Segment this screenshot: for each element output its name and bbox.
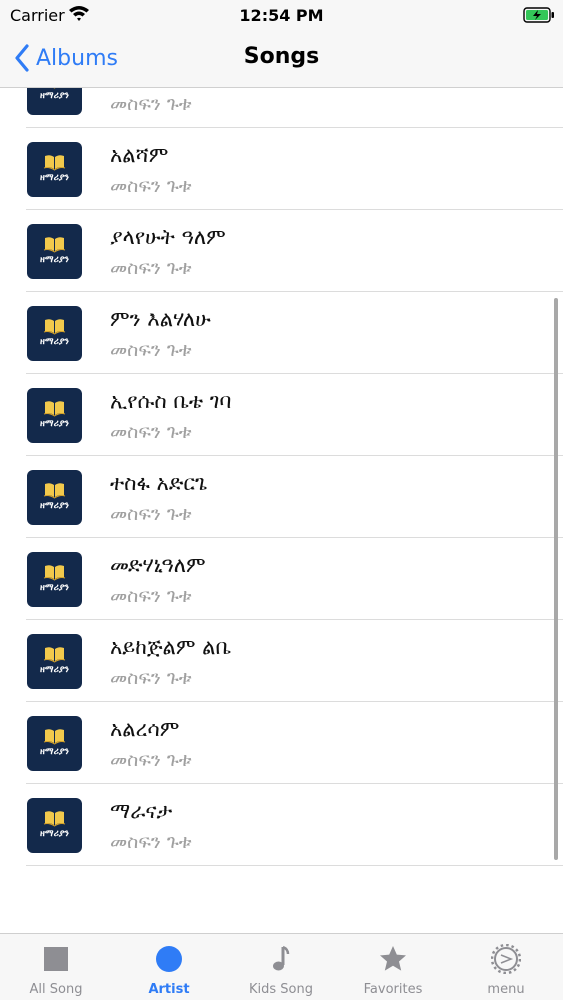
star-icon (380, 946, 406, 971)
book-icon (43, 319, 66, 335)
chevron-left-icon (15, 44, 29, 72)
tab-label: Kids Song (249, 982, 313, 997)
book-icon (43, 729, 66, 745)
song-title: ምን እልሃለሁ (110, 307, 211, 331)
thumbnail-label: ዘማሪያን (40, 501, 69, 511)
song-row[interactable]: ዘማሪያን መድሃኒዓለም መስፍን ጉቱ (0, 538, 563, 620)
song-row[interactable]: ዘማሪያን አይከጅልም ልቤ መስፍን ጉቱ (0, 620, 563, 702)
song-artist: መስፍን ጉቱ (110, 667, 192, 689)
album-thumbnail: ዘማሪያን (27, 552, 82, 607)
song-artist: መስፍን ጉቱ (110, 175, 192, 197)
status-bar: Carrier 12:54 PM (0, 0, 563, 30)
thumbnail-label: ዘማሪያን (40, 829, 69, 839)
navigation-bar: Albums Songs (0, 30, 563, 88)
thumbnail-label: ዘማሪያን (40, 747, 69, 757)
song-artist: መስፍን ጉቱ (110, 503, 192, 525)
album-thumbnail: ዘማሪያን (27, 716, 82, 771)
status-time: 12:54 PM (239, 6, 324, 25)
song-title: አይከጅልም ልቤ (110, 635, 232, 659)
thumbnail-label: ዘማሪያን (40, 665, 69, 675)
song-title: ተስፋ አድርጌ (110, 471, 208, 495)
song-artist: መስፍን ጉቱ (110, 257, 192, 279)
song-artist: መስፍን ጉቱ (110, 339, 192, 361)
book-icon (43, 155, 66, 171)
row-divider (26, 865, 563, 866)
circle-icon (156, 946, 182, 972)
song-row[interactable]: ዘማሪያን መስፍን ጉቱ (0, 88, 563, 128)
book-icon (43, 647, 66, 663)
book-icon (43, 565, 66, 581)
back-button-label: Albums (36, 45, 118, 71)
album-thumbnail: ዘማሪያን (27, 470, 82, 525)
thumbnail-label: ዘማሪያን (40, 255, 69, 265)
album-thumbnail: ዘማሪያን (27, 306, 82, 361)
song-title: ኢየሱስ ቤቴ ገባ (110, 389, 232, 413)
song-row[interactable]: ዘማሪያን ምን እልሃለሁ መስፍን ጉቱ (0, 292, 563, 374)
album-thumbnail: ዘማሪያን (27, 634, 82, 689)
album-thumbnail: ዘማሪያን (27, 224, 82, 279)
song-row[interactable]: ዘማሪያን ኢየሱስ ቤቴ ገባ መስፍን ጉቱ (0, 374, 563, 456)
song-title: ያላየሁት ዓለም (110, 225, 226, 249)
book-icon (43, 237, 66, 253)
song-row[interactable]: ዘማሪያን ያላየሁት ዓለም መስፍን ጉቱ (0, 210, 563, 292)
tab-kids-song[interactable]: Kids Song (225, 934, 337, 1000)
song-row[interactable]: ዘማሪያን ተስፋ አድርጌ መስፍን ጉቱ (0, 456, 563, 538)
album-thumbnail: ዘማሪያን (27, 142, 82, 197)
song-list[interactable]: ዘማሪያን መስፍን ጉቱ ዘማሪያን አልሻም መስፍን ጉቱ ዘማሪያን ያላየሁት ዓ… (0, 88, 563, 933)
song-artist: መስፍን ጉቱ (110, 749, 192, 771)
back-button[interactable]: Albums (14, 40, 118, 76)
song-row[interactable]: ዘማሪያን ማራናታ መስፍን ጉቱ (0, 784, 563, 866)
tab-favorites[interactable]: Favorites (337, 934, 449, 1000)
song-title: ማራናታ (110, 799, 173, 823)
battery-charging-icon (523, 7, 554, 23)
song-artist: መስፍን ጉቱ (110, 421, 192, 443)
tab-bar: All Song Artist Kids Song Favorites menu (0, 933, 563, 1000)
album-thumbnail: ዘማሪያን (27, 798, 82, 853)
tab-label: All Song (29, 982, 83, 997)
gear-icon (491, 944, 521, 974)
scroll-indicator (554, 298, 558, 860)
book-icon (43, 811, 66, 827)
song-artist: መስፍን ጉቱ (110, 585, 192, 607)
thumbnail-label: ዘማሪያን (40, 173, 69, 183)
album-thumbnail: ዘማሪያን (27, 88, 82, 115)
thumbnail-label: ዘማሪያን (40, 337, 69, 347)
album-thumbnail: ዘማሪያን (27, 388, 82, 443)
thumbnail-label: ዘማሪያን (40, 583, 69, 593)
song-artist: መስፍን ጉቱ (110, 93, 192, 115)
tab-artist[interactable]: Artist (113, 934, 225, 1000)
song-title: መድሃኒዓለም (110, 553, 206, 577)
song-row[interactable]: ዘማሪያን አልረሳም መስፍን ጉቱ (0, 702, 563, 784)
book-icon (43, 483, 66, 499)
song-title: አልሻም (110, 143, 169, 167)
tab-label: Artist (148, 982, 190, 997)
tab-label: Favorites (363, 982, 423, 997)
thumbnail-label: ዘማሪያን (40, 419, 69, 429)
square-icon (44, 947, 68, 971)
tab-all-song[interactable]: All Song (0, 934, 112, 1000)
tab-menu[interactable]: menu (450, 934, 562, 1000)
music-note-icon (273, 945, 290, 971)
song-title: አልረሳም (110, 717, 180, 741)
song-artist: መስፍን ጉቱ (110, 831, 192, 853)
tab-label: menu (487, 982, 525, 997)
book-icon (43, 401, 66, 417)
song-row[interactable]: ዘማሪያን አልሻም መስፍን ጉቱ (0, 128, 563, 210)
thumbnail-label: ዘማሪያን (40, 91, 69, 101)
